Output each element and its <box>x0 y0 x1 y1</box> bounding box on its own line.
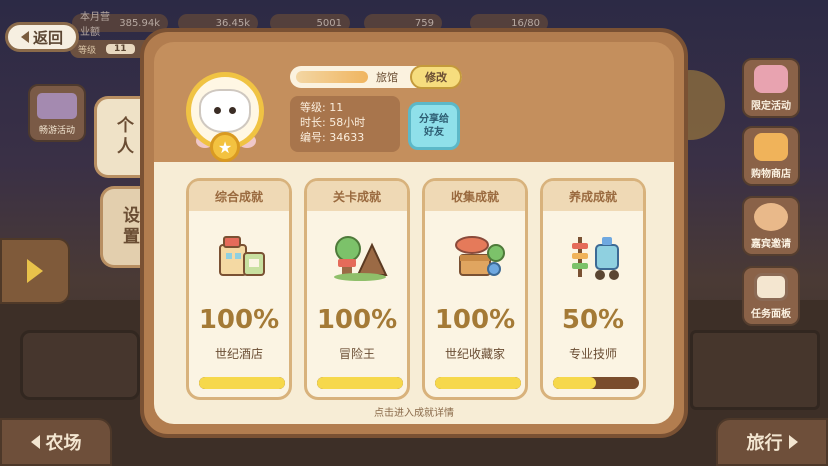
tab-settings-label: 设置 <box>119 206 139 248</box>
play-button[interactable] <box>0 238 70 304</box>
farm-button[interactable]: 农场 <box>0 418 112 466</box>
achievement-card-stage[interactable]: 关卡成就 100% 冒险王 <box>304 178 410 400</box>
monthly-revenue-pill: 本月营业额 385.94k <box>72 12 168 38</box>
shop-icon <box>754 133 788 161</box>
achievement-progress-bar <box>317 377 403 389</box>
background-house <box>690 330 820 410</box>
balloon-icon <box>754 65 788 93</box>
achievement-card-nurture[interactable]: 养成成就 50% 专业技师 <box>540 178 646 400</box>
travel-activity-label: 畅游活动 <box>38 126 75 136</box>
gems-value: 5001 <box>316 17 342 29</box>
achievement-category: 养成成就 <box>543 181 643 211</box>
back-arrow-icon <box>20 31 29 43</box>
achievement-cards: 综合成就 100% 世纪酒店 关卡成就 100% 冒险王 收集成就 100% 世… <box>186 178 646 400</box>
farm-label: 农场 <box>45 433 82 454</box>
achievement-category: 收集成就 <box>425 181 525 211</box>
hotel-label: 旅馆 <box>376 71 398 84</box>
limited-event-button[interactable]: 限定活动 <box>742 58 800 118</box>
achievement-category: 关卡成就 <box>307 181 407 211</box>
background-cart <box>20 330 140 400</box>
hotel-name-obscured <box>296 71 368 83</box>
travel-activity-button[interactable]: 畅游活动 <box>28 84 86 142</box>
level-pill-label: 等级 <box>78 45 97 56</box>
edit-label: 修改 <box>425 71 447 84</box>
guest-invite-label: 嘉宾邀请 <box>751 239 791 250</box>
play-icon <box>27 259 43 283</box>
task-board-icon <box>754 273 788 301</box>
tab-personal-label: 个人 <box>113 116 133 158</box>
achievement-card-overall[interactable]: 综合成就 100% 世纪酒店 <box>186 178 292 400</box>
tickets-value: 759 <box>414 17 434 29</box>
achievement-progress-bar <box>553 377 639 389</box>
adventure-icon <box>334 236 388 281</box>
achievement-progress-bar <box>199 377 285 389</box>
achievement-card-collection[interactable]: 收集成就 100% 世纪收藏家 <box>422 178 528 400</box>
back-label: 返回 <box>32 28 63 47</box>
edit-name-button[interactable]: 修改 <box>410 65 462 89</box>
right-arrow-icon <box>788 435 798 449</box>
back-button[interactable]: 返回 <box>5 22 79 52</box>
stamina-value: 16/80 <box>511 17 540 29</box>
progress-fill <box>435 377 521 389</box>
achievement-percent: 100% <box>198 305 280 335</box>
task-board-label: 任务面板 <box>751 309 791 320</box>
achievement-title: 世纪酒店 <box>214 347 263 361</box>
shop-button[interactable]: 购物商店 <box>742 126 800 186</box>
achievement-percent: 100% <box>316 305 398 335</box>
progress-fill <box>199 377 285 389</box>
player-stats: 等级: 11 时长: 58小时 编号: 34633 <box>290 96 400 152</box>
achievement-title: 冒险王 <box>338 347 375 361</box>
progress-fill <box>317 377 403 389</box>
profile-panel: ★ 旅馆 修改 等级: 11 时长: 58小时 编号: 34633 分享给好友 … <box>140 28 688 438</box>
cat-avatar-icon <box>199 89 251 133</box>
share-label: 分享给好友 <box>419 114 449 138</box>
progress-fill <box>553 377 596 389</box>
coins-value: 36.45k <box>215 17 250 29</box>
star-badge-icon: ★ <box>210 132 240 162</box>
share-to-friends-button[interactable]: 分享给好友 <box>408 102 460 150</box>
treasure-chest-icon <box>455 236 505 276</box>
left-arrow-icon <box>30 435 40 449</box>
limited-event-label: 限定活动 <box>751 101 791 112</box>
hotel-icon <box>219 236 265 276</box>
achievement-progress-bar <box>435 377 521 389</box>
achievement-details-hint[interactable]: 点击进入成就详情 <box>144 404 684 419</box>
play-duration: 时长: 58小时 <box>300 116 366 129</box>
tools-icon <box>572 237 619 280</box>
task-board-button[interactable]: 任务面板 <box>742 266 800 326</box>
player-id: 编号: 34633 <box>300 131 365 144</box>
player-level: 等级: 11 <box>300 101 344 114</box>
achievement-title: 专业技师 <box>568 347 617 361</box>
level-pill-value: 11 <box>106 44 135 54</box>
monthly-revenue-label: 本月营业额 <box>80 12 110 38</box>
hamster-icon <box>754 203 788 231</box>
guest-invite-button[interactable]: 嘉宾邀请 <box>742 196 800 256</box>
travel-label: 旅行 <box>746 433 783 454</box>
game-screen: 本月营业额 385.94k 36.45k 5001 759 16/80 返回 等… <box>0 0 828 466</box>
travel-button[interactable]: 旅行 <box>716 418 828 466</box>
achievement-category: 综合成就 <box>189 181 289 211</box>
achievement-percent: 50% <box>561 305 625 335</box>
shop-label: 购物商店 <box>751 169 791 180</box>
monthly-revenue-value: 385.94k <box>119 17 160 29</box>
travel-activity-icon <box>37 93 77 119</box>
achievement-title: 世纪收藏家 <box>444 347 505 361</box>
achievement-percent: 100% <box>434 305 516 335</box>
